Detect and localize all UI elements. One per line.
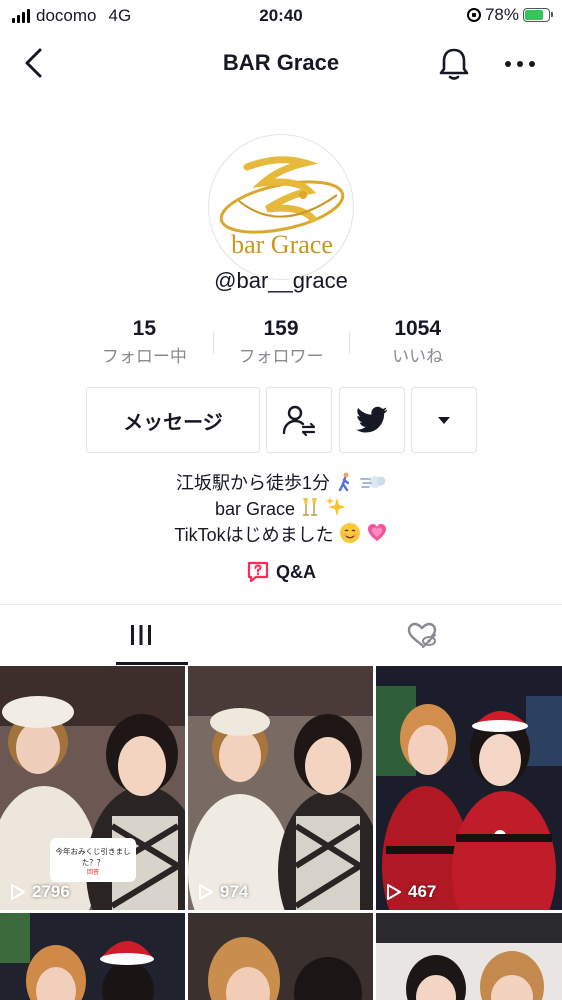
tab-liked-private[interactable]	[281, 605, 562, 665]
video-thumbnail	[188, 666, 373, 910]
video-grid: 今年おみくじ引きました？？ 回答 2796 974 467	[0, 666, 562, 1000]
bio-line-2: bar Grace	[0, 496, 562, 522]
bio-text: 江坂駅から徒歩1分	[175, 473, 330, 493]
question-sticker: 今年おみくじ引きました？？ 回答	[50, 838, 136, 882]
qa-icon	[247, 561, 269, 583]
page-title: BAR Grace	[222, 50, 340, 75]
bell-icon	[439, 48, 469, 80]
bar-grace-logo: bar Grace	[219, 156, 345, 259]
bio-line-3: TikTokはじめました	[0, 522, 562, 548]
stat-followers[interactable]: 159 フォロワー	[212, 316, 350, 372]
play-icon	[387, 884, 401, 900]
view-count: 2796	[10, 882, 70, 902]
user-swap-icon	[282, 405, 316, 437]
view-count: 974	[198, 882, 248, 902]
liked-hidden-icon	[407, 622, 436, 648]
twitter-button[interactable]	[339, 387, 405, 453]
more-icon	[505, 61, 535, 67]
stat-label: フォロワー	[238, 347, 324, 366]
video-grid-icon	[130, 625, 151, 645]
walking-person-icon	[338, 472, 350, 492]
caret-down-icon	[438, 417, 450, 424]
more-dropdown-button[interactable]	[411, 387, 477, 453]
video-tile[interactable]: 今年おみくじ引きました？？ 回答 2796	[0, 666, 185, 910]
twitter-icon	[356, 406, 388, 433]
play-icon	[199, 884, 213, 900]
stat-value: 1054	[394, 317, 442, 340]
notification-button[interactable]	[436, 46, 472, 82]
orientation-lock-icon	[466, 8, 481, 22]
qa-link[interactable]: Q&A	[0, 560, 562, 584]
stat-value: 15	[132, 317, 157, 340]
video-tile[interactable]	[376, 913, 562, 1000]
stat-likes[interactable]: 1054 いいね	[349, 316, 486, 372]
bio-text: TikTokはじめました	[174, 525, 334, 545]
video-thumbnail	[188, 913, 373, 1000]
profile-stats: 15 フォロー中 159 フォロワー 1054 いいね	[76, 316, 486, 372]
avatar[interactable]: bar Grace	[208, 134, 354, 280]
video-thumbnail	[0, 913, 185, 1000]
view-count-value: 467	[408, 882, 437, 901]
profile-tabs	[0, 604, 562, 665]
profile-bio: 江坂駅から徒歩1分 bar Grace TikTokはじめました	[0, 470, 562, 548]
battery-percent: 78%	[484, 5, 519, 24]
video-thumbnail	[376, 913, 562, 1000]
video-tile[interactable]	[188, 913, 373, 1000]
tab-videos[interactable]	[0, 605, 281, 665]
view-count-value: 2796	[32, 882, 70, 901]
growing-heart-icon	[367, 524, 386, 541]
stat-label: フォロー中	[101, 347, 187, 366]
username: @bar__grace	[214, 268, 348, 293]
video-tile[interactable]: 467	[376, 666, 562, 910]
video-thumbnail	[376, 666, 562, 910]
champagne-icon	[303, 498, 318, 516]
view-count-value: 974	[220, 882, 249, 901]
more-options-button[interactable]	[500, 46, 540, 82]
avatar-text: bar Grace	[231, 230, 333, 259]
follow-status-button[interactable]	[266, 387, 332, 453]
view-count: 467	[386, 882, 436, 902]
bio-text: bar Grace	[214, 499, 295, 519]
sticker-tag: 回答	[86, 870, 99, 876]
stat-value: 159	[263, 317, 299, 340]
battery-icon	[523, 8, 553, 22]
active-tab-indicator	[116, 662, 188, 665]
stat-following[interactable]: 15 フォロー中	[76, 316, 213, 372]
bio-line-1: 江坂駅から徒歩1分	[0, 470, 562, 496]
video-tile[interactable]: 974	[188, 666, 373, 910]
dash-icon	[360, 476, 386, 488]
status-bar: docomo 4G 20:40 78%	[0, 0, 562, 34]
top-nav: BAR Grace	[0, 38, 562, 88]
stat-label: いいね	[392, 347, 444, 366]
qa-label: Q&A	[276, 561, 316, 582]
sparkles-icon	[326, 497, 347, 516]
message-button[interactable]: メッセージ	[86, 387, 260, 453]
video-tile[interactable]	[0, 913, 185, 1000]
status-right: 78%	[466, 5, 553, 25]
sticker-text: 今年おみくじ引きました？？	[55, 847, 131, 867]
smiling-face-icon	[339, 523, 360, 543]
play-icon	[11, 884, 25, 900]
